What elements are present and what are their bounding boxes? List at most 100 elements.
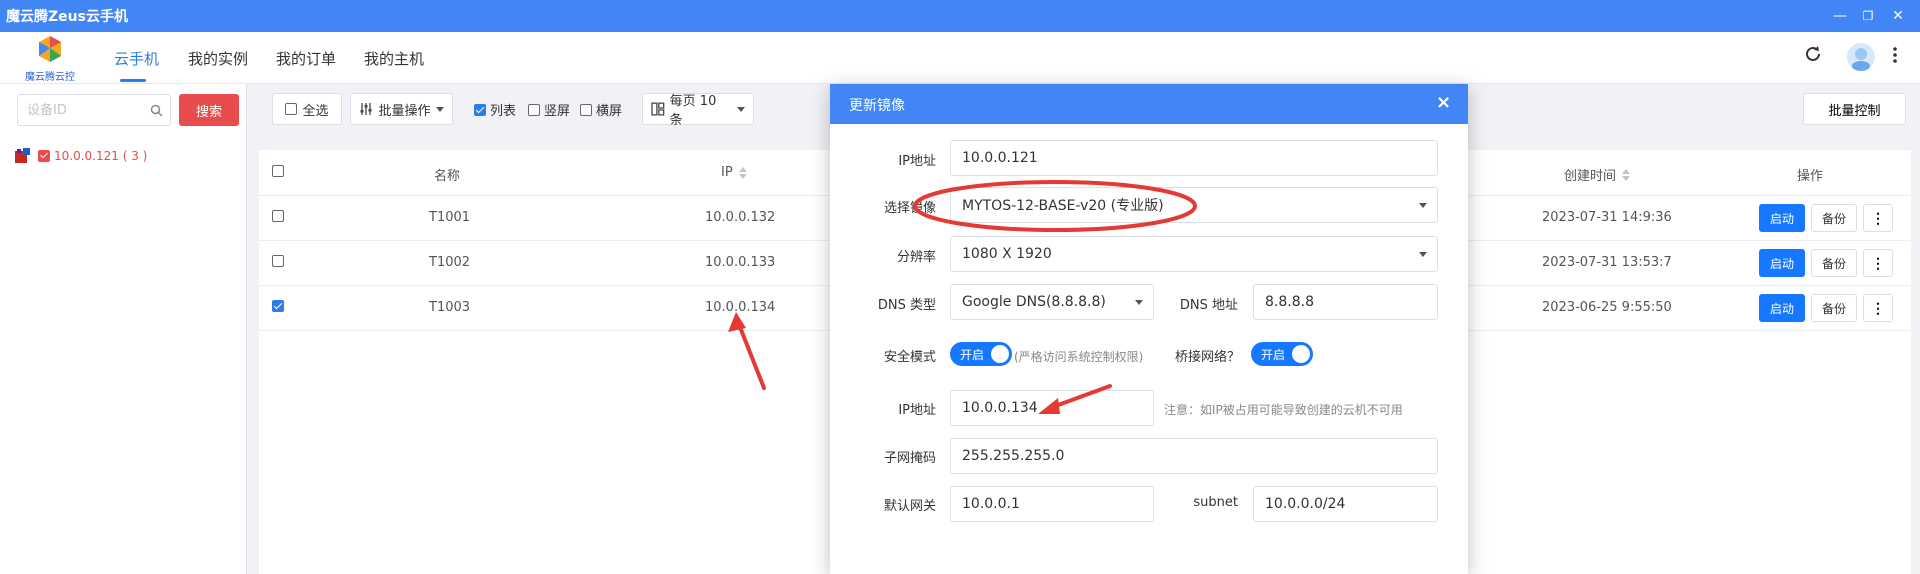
resolution-label: 分辨率 <box>896 250 936 265</box>
device-search-input[interactable] <box>17 94 171 126</box>
app-logo: 魔云腾云控 <box>20 34 80 83</box>
ip2-label: IP地址 <box>898 403 936 418</box>
row-checkbox[interactable] <box>272 255 284 267</box>
col-ip-header[interactable]: IP <box>721 165 747 180</box>
col-ip-label: IP <box>721 165 733 180</box>
chevron-down-icon <box>1135 300 1143 305</box>
user-avatar-icon[interactable] <box>1846 42 1876 72</box>
active-tab-indicator <box>120 79 146 82</box>
gateway-field[interactable]: 10.0.0.1 <box>950 486 1154 522</box>
subnet-mask-label: 子网掩码 <box>883 451 936 466</box>
row-checkbox[interactable] <box>272 300 284 312</box>
view-list-option[interactable]: 列表 <box>474 100 516 119</box>
batch-control-button[interactable]: 批量控制 <box>1803 93 1906 125</box>
host-checkbox[interactable] <box>38 150 50 162</box>
resolution-select[interactable]: 1080 X 1920 <box>950 236 1438 272</box>
bridge-network-toggle[interactable]: 开启 <box>1251 342 1313 366</box>
toggle-knob <box>991 345 1009 363</box>
refresh-icon[interactable] <box>1803 44 1823 64</box>
ip-field[interactable]: 10.0.0.121 <box>950 140 1438 176</box>
image-select[interactable]: MYTOS-12-BASE-v20 (专业版) <box>950 187 1438 223</box>
safe-mode-toggle[interactable]: 开启 <box>950 342 1012 366</box>
select-all-label: 全选 <box>302 103 329 119</box>
row-more-button[interactable]: ⋮ <box>1863 294 1893 322</box>
batch-ops-dropdown[interactable]: 批量操作 <box>350 93 453 125</box>
row-name: T1001 <box>429 210 471 225</box>
chevron-down-icon <box>1419 203 1427 208</box>
search-icon <box>150 104 163 117</box>
per-page-dropdown[interactable]: 每页 10 条 <box>642 93 754 128</box>
dns-address-field[interactable]: 8.8.8.8 <box>1253 284 1438 320</box>
tab-my-hosts[interactable]: 我的主机 <box>364 48 424 69</box>
tab-cloud-phone[interactable]: 云手机 <box>114 48 159 69</box>
row-more-button[interactable]: ⋮ <box>1863 249 1893 277</box>
resolution-value: 1080 X 1920 <box>962 246 1052 262</box>
row-name: T1002 <box>429 255 471 270</box>
batch-ops-label: 批量操作 <box>378 103 431 119</box>
ip-conflict-note: 注意：如IP被占用可能导致创建的云机不可用 <box>1164 403 1403 417</box>
view-portrait-checkbox <box>528 103 540 116</box>
row-created: 2023-06-25 9:55:50 <box>1542 300 1672 315</box>
row-ip: 10.0.0.134 <box>705 300 776 315</box>
dns-type-label: DNS 类型 <box>877 298 936 313</box>
dialog-close-icon[interactable]: × <box>1436 92 1451 113</box>
sort-icon <box>1622 168 1631 181</box>
dns-address-label: DNS 地址 <box>1179 298 1238 313</box>
search-button[interactable]: 搜索 <box>179 94 239 126</box>
col-name-header: 名称 <box>434 169 461 184</box>
logo-text: 魔云腾云控 <box>25 72 75 83</box>
top-nav: 魔云腾云控 云手机 我的实例 我的订单 我的主机 <box>0 32 1920 84</box>
image-label: 选择镜像 <box>883 201 936 216</box>
host-tree-item[interactable]: 10.0.0.121 ( 3 ) <box>14 146 147 166</box>
close-window-button[interactable]: ✕ <box>1886 4 1910 28</box>
backup-button[interactable]: 备份 <box>1811 294 1857 322</box>
safe-mode-note: (严格访问系统控制权限) <box>1014 350 1144 364</box>
subnet-label: subnet <box>1193 495 1238 510</box>
per-page-label: 每页 10 条 <box>669 94 717 128</box>
start-button[interactable]: 启动 <box>1759 294 1805 322</box>
row-checkbox[interactable] <box>272 210 284 222</box>
gateway-label: 默认网关 <box>883 499 936 514</box>
col-actions-header: 操作 <box>1797 169 1824 184</box>
chevron-down-icon <box>1419 252 1427 257</box>
layout-icon <box>651 102 665 116</box>
update-image-dialog: 更新镜像 × IP地址 10.0.0.121 选择镜像 MYTOS-12-BAS… <box>830 84 1468 574</box>
col-created-header[interactable]: 创建时间 <box>1564 165 1631 184</box>
start-button[interactable]: 启动 <box>1759 249 1805 277</box>
select-all-button[interactable]: 全选 <box>272 93 342 125</box>
host-device-icon <box>15 148 30 163</box>
logo-icon <box>39 36 61 62</box>
row-more-button[interactable]: ⋮ <box>1863 204 1893 232</box>
backup-button[interactable]: 备份 <box>1811 249 1857 277</box>
sliders-icon <box>360 103 372 115</box>
header-select-checkbox[interactable] <box>272 165 284 177</box>
subnet-field[interactable]: 10.0.0.0/24 <box>1253 486 1438 522</box>
select-all-checkbox <box>285 103 298 115</box>
bridge-toggle-label: 开启 <box>1261 348 1286 362</box>
minimize-button[interactable]: — <box>1828 4 1852 28</box>
bridge-network-label: 桥接网络？ <box>1174 350 1240 365</box>
tab-my-instances[interactable]: 我的实例 <box>188 48 248 69</box>
safe-mode-label: 安全模式 <box>883 350 936 365</box>
toggle-knob <box>1292 345 1310 363</box>
sort-icon <box>738 166 747 179</box>
dialog-header: 更新镜像 × <box>830 84 1468 124</box>
ip-label: IP地址 <box>898 154 936 169</box>
chevron-down-icon <box>737 106 745 112</box>
window-titlebar: 魔云腾Zeus云手机 — ❐ ✕ <box>0 0 1920 32</box>
host-tree-label: 10.0.0.121 ( 3 ) <box>54 149 148 163</box>
tab-my-orders[interactable]: 我的订单 <box>276 48 336 69</box>
dialog-title: 更新镜像 <box>849 98 905 114</box>
more-menu-icon[interactable] <box>1892 46 1898 64</box>
ip2-field[interactable]: 10.0.0.134 <box>950 390 1154 426</box>
view-portrait-option[interactable]: 竖屏 <box>528 100 570 119</box>
view-list-checkbox <box>474 103 486 116</box>
backup-button[interactable]: 备份 <box>1811 204 1857 232</box>
dns-type-select[interactable]: Google DNS(8.8.8.8) <box>950 284 1154 320</box>
subnet-mask-field[interactable]: 255.255.255.0 <box>950 438 1438 474</box>
device-sidebar: 搜索 10.0.0.121 ( 3 ) <box>0 84 247 574</box>
start-button[interactable]: 启动 <box>1759 204 1805 232</box>
restore-button[interactable]: ❐ <box>1856 4 1880 28</box>
view-portrait-label: 竖屏 <box>544 104 571 119</box>
view-landscape-option[interactable]: 横屏 <box>580 100 622 119</box>
